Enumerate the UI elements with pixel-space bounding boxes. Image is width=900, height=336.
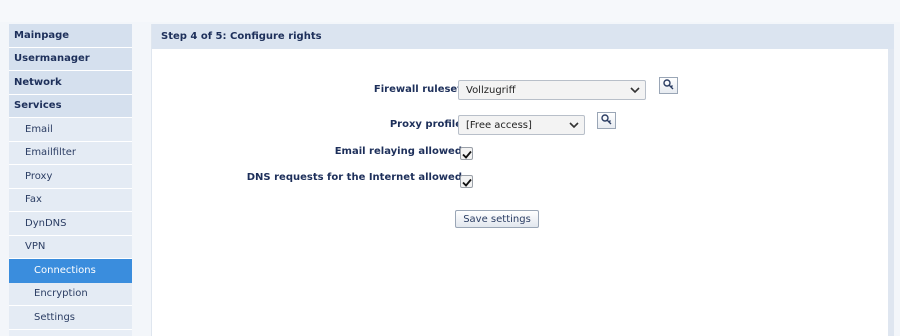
sidebar-item-label: Services [14, 100, 62, 112]
top-band [0, 0, 900, 22]
sidebar-item-label: Fax [25, 194, 42, 206]
proxy-profile-value: [Free access] [466, 119, 532, 131]
main-panel: Step 4 of 5: Configure rights Firewall r… [151, 24, 894, 336]
sidebar-item-fax[interactable]: Fax [9, 188, 132, 212]
sidebar-item-usermanager[interactable]: Usermanager [9, 47, 132, 71]
proxy-profile-label: Proxy profile [389, 119, 462, 130]
sidebar-item-label: Usermanager [14, 53, 90, 65]
dns-requests-label: DNS requests for the Internet allowed [246, 172, 462, 183]
scrollbar[interactable] [888, 49, 894, 336]
sidebar-item-vpn[interactable]: VPN [9, 235, 132, 259]
sidebar-item-network[interactable]: Network [9, 71, 132, 95]
sidebar-item-label: Network [14, 76, 62, 88]
sidebar-item-connections[interactable]: Connections [9, 259, 132, 283]
dns-requests-checkbox[interactable] [460, 175, 473, 188]
sidebar-item-label: Emailfilter [25, 147, 77, 159]
email-relaying-checkbox[interactable] [460, 147, 473, 160]
sidebar-item-mainpage[interactable]: Mainpage [9, 24, 132, 48]
save-settings-button[interactable]: Save settings [455, 210, 539, 228]
checkmark-icon [461, 172, 472, 191]
sidebar-item-label: Settings [34, 311, 76, 323]
proxy-lookup-button[interactable] [597, 112, 616, 129]
sidebar-item-settings[interactable]: Settings [9, 306, 132, 330]
email-relaying-label: Email relaying allowed [334, 146, 462, 157]
sidebar-item-label: Proxy [25, 170, 53, 182]
sidebar-item-label: Mainpage [14, 29, 70, 41]
checkmark-icon [461, 144, 472, 163]
sidebar-item-label: Email [25, 123, 53, 135]
sidebar-item-label: DynDNS [25, 217, 67, 229]
firewall-ruleset-select[interactable]: Vollzugriff [458, 80, 646, 100]
sidebar-item-label: Connections [34, 264, 96, 276]
sidebar-item-label: VPN [25, 241, 46, 253]
proxy-profile-select[interactable]: [Free access] [458, 115, 585, 135]
sidebar-item-services[interactable]: Services [9, 94, 132, 118]
firewall-ruleset-value: Vollzugriff [466, 84, 516, 96]
firewall-ruleset-label: Firewall ruleset [373, 84, 462, 95]
sidebar-item-encryption[interactable]: Encryption [9, 282, 132, 306]
chevron-down-icon [564, 121, 584, 129]
sidebar-item-email[interactable]: Email [9, 118, 132, 142]
panel-header: Step 4 of 5: Configure rights [152, 24, 894, 49]
sidebar-item-proxy[interactable]: Proxy [9, 165, 132, 189]
chevron-down-icon [625, 86, 645, 94]
sidebar-item-dyndns[interactable]: DynDNS [9, 212, 132, 236]
page-title: Step 4 of 5: Configure rights [161, 31, 322, 42]
sidebar-item-emailfilter[interactable]: Emailfilter [9, 141, 132, 165]
sidebar: Mainpage Usermanager Network Services Em… [9, 24, 132, 336]
sidebar-item-label: Encryption [34, 288, 88, 300]
key-icon [663, 76, 674, 95]
key-icon [601, 111, 612, 130]
firewall-lookup-button[interactable] [659, 77, 678, 94]
